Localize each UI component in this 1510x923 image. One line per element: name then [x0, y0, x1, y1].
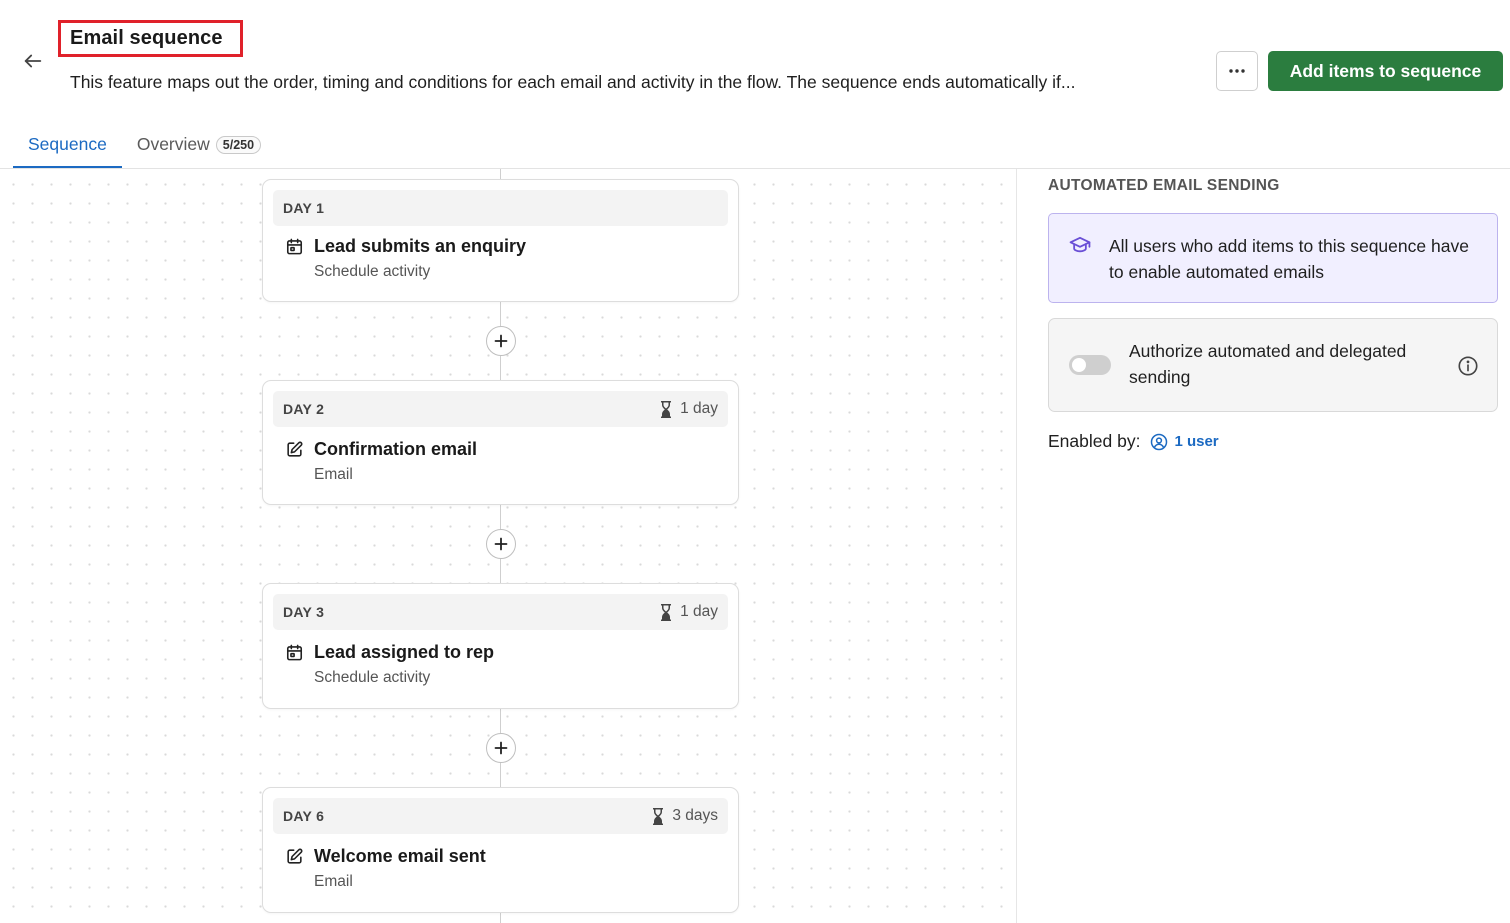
step-header: DAY 2 1 day — [273, 391, 728, 427]
step-title: Lead submits an enquiry — [314, 236, 527, 256]
calendar-icon — [286, 644, 303, 661]
sequence-canvas: DAY 1 Lead submits an enquiry Schedule a… — [0, 169, 1017, 923]
authorize-sending-label: Authorize automated and delegated sendin… — [1129, 341, 1407, 387]
page-description: This feature maps out the order, timing … — [70, 72, 1076, 92]
tab-label: Sequence — [28, 134, 107, 154]
automation-info-banner: All users who add items to this sequence… — [1048, 213, 1498, 303]
plus-icon — [494, 334, 508, 348]
connector-line — [500, 913, 501, 923]
page-title-highlight: Email sequence — [58, 20, 243, 57]
sequence-step-card[interactable]: DAY 2 1 day Confirmation email Email — [262, 380, 739, 505]
step-title: Lead assigned to rep — [314, 642, 495, 662]
enabled-by-row: Enabled by: 1 user — [1048, 431, 1219, 452]
plus-icon — [494, 537, 508, 551]
step-subtitle: Email — [314, 466, 353, 483]
step-day-label: DAY 6 — [283, 808, 325, 824]
step-delay-text: 1 day — [680, 400, 718, 417]
add-items-to-sequence-button[interactable]: Add items to sequence — [1268, 51, 1503, 91]
step-delay-text: 3 days — [672, 807, 718, 824]
enabled-users-count: 1 user — [1174, 433, 1219, 450]
step-title: Confirmation email — [314, 439, 478, 459]
page-title: Email sequence — [70, 27, 223, 49]
step-delay: 1 day — [660, 400, 718, 418]
edit-icon — [287, 848, 303, 864]
automation-info-text: All users who add items to this sequence… — [1109, 236, 1469, 282]
arrow-left-icon — [24, 54, 42, 68]
step-header: DAY 6 3 days — [273, 798, 728, 834]
calendar-icon — [286, 238, 303, 255]
tab-sequence[interactable]: Sequence — [13, 120, 122, 169]
plus-icon — [494, 741, 508, 755]
tab-bar: Sequence Overview 5/250 — [13, 120, 276, 169]
step-subtitle: Schedule activity — [314, 669, 431, 686]
hourglass-icon — [661, 603, 672, 621]
tab-overview[interactable]: Overview 5/250 — [122, 120, 276, 169]
edit-icon — [287, 441, 303, 457]
add-step-button[interactable] — [486, 326, 516, 356]
more-options-button[interactable] — [1216, 51, 1258, 91]
step-subtitle: Schedule activity — [314, 263, 431, 280]
step-header: DAY 1 — [273, 190, 728, 226]
info-icon[interactable] — [1457, 355, 1479, 377]
sequence-step-card[interactable]: DAY 1 Lead submits an enquiry Schedule a… — [262, 179, 739, 302]
step-header: DAY 3 1 day — [273, 594, 728, 630]
step-title: Welcome email sent — [314, 846, 486, 866]
hourglass-icon — [653, 807, 664, 825]
authorize-sending-toggle[interactable] — [1069, 355, 1111, 375]
add-step-button[interactable] — [486, 529, 516, 559]
enabled-users-link[interactable]: 1 user — [1150, 433, 1219, 451]
add-step-button[interactable] — [486, 733, 516, 763]
hourglass-icon — [661, 400, 672, 418]
toggle-knob — [1072, 358, 1086, 372]
connector-line — [500, 169, 501, 179]
sequence-step-card[interactable]: DAY 6 3 days Welcome email sent Email — [262, 787, 739, 913]
step-subtitle: Email — [314, 873, 353, 890]
graduation-cap-icon — [1069, 236, 1091, 253]
tab-count-badge: 5/250 — [215, 135, 262, 154]
automation-panel: AUTOMATED EMAIL SENDING All users who ad… — [1018, 169, 1510, 923]
step-day-label: DAY 1 — [283, 200, 325, 216]
more-horizontal-icon — [1229, 69, 1245, 73]
tab-label: Overview — [136, 134, 210, 154]
sequence-step-card[interactable]: DAY 3 1 day Lead assigned to rep Schedul… — [262, 583, 739, 709]
authorize-sending-card: Authorize automated and delegated sendin… — [1048, 318, 1498, 412]
step-delay-text: 1 day — [680, 603, 718, 620]
back-button[interactable] — [18, 46, 48, 76]
step-day-label: DAY 2 — [283, 401, 325, 417]
enabled-by-label: Enabled by: — [1048, 431, 1141, 451]
step-day-label: DAY 3 — [283, 604, 325, 620]
user-circle-icon — [1151, 433, 1168, 450]
step-delay: 3 days — [652, 807, 718, 825]
panel-heading: AUTOMATED EMAIL SENDING — [1048, 177, 1280, 194]
step-delay: 1 day — [660, 603, 718, 621]
